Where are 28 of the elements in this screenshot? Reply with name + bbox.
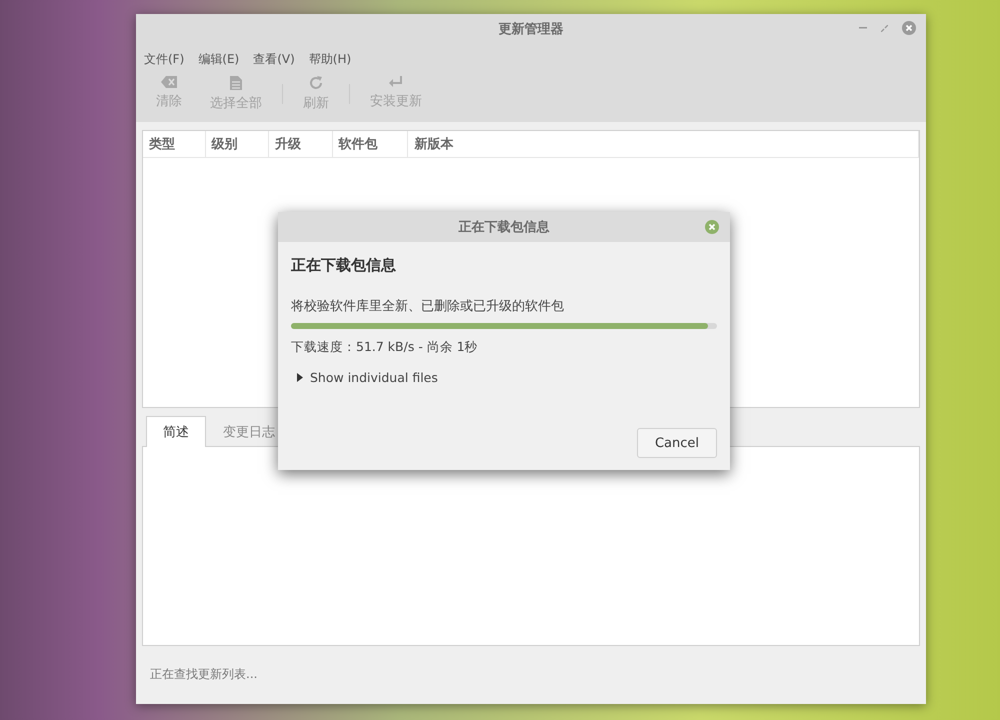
close-icon[interactable] bbox=[705, 220, 719, 234]
menu-item[interactable]: 查看(V) bbox=[253, 51, 295, 68]
column-header[interactable]: 新版本 bbox=[408, 131, 920, 157]
expander[interactable]: Show individual files bbox=[291, 370, 444, 385]
triangle-icon bbox=[297, 373, 304, 382]
column-header[interactable]: 软件包 bbox=[332, 131, 408, 157]
window-title: 更新管理器 bbox=[498, 20, 564, 38]
menu-item[interactable]: 帮助(H) bbox=[308, 51, 352, 68]
return-arrow-icon bbox=[389, 76, 403, 88]
minimize-icon[interactable] bbox=[859, 27, 867, 29]
dialog-message: 将校验软件库里全新、已删除或已升级的软件包 bbox=[291, 298, 565, 315]
maximize-icon[interactable] bbox=[881, 24, 888, 32]
cancel-button[interactable]: Cancel bbox=[637, 428, 717, 458]
menu-item[interactable]: 文件(F) bbox=[144, 51, 184, 68]
status-text: 正在查找更新列表... bbox=[150, 666, 258, 683]
dialog-title: 正在下载包信息 bbox=[458, 219, 550, 236]
column-header[interactable]: 级别 bbox=[206, 131, 270, 157]
close-icon[interactable] bbox=[902, 21, 916, 35]
tab[interactable]: 简述 bbox=[146, 416, 206, 447]
tab[interactable]: 变更日志 bbox=[206, 416, 292, 447]
backspace-icon bbox=[161, 76, 177, 88]
column-header[interactable]: 类型 bbox=[143, 131, 206, 157]
download-speed: 下载速度：51.7 kB/s - 尚余 1秒 bbox=[291, 339, 479, 356]
column-header[interactable]: 升级 bbox=[269, 131, 332, 157]
dialog-heading: 正在下载包信息 bbox=[291, 256, 397, 275]
refresh-icon bbox=[309, 76, 323, 90]
document-icon bbox=[230, 76, 242, 90]
menu-item[interactable]: 编辑(E) bbox=[198, 51, 240, 68]
